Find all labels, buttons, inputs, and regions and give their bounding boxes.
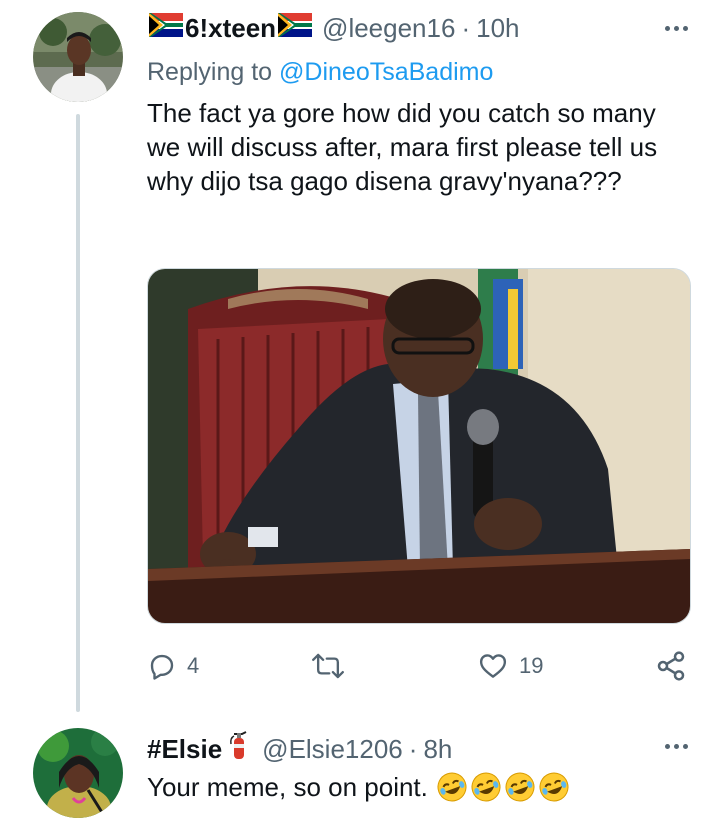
reply-count: 4: [187, 653, 200, 678]
thread-line: [76, 114, 80, 712]
replying-to: Replying to @DineoTsaBadimo: [147, 57, 493, 87]
reply-button[interactable]: 4: [147, 648, 199, 684]
avatar[interactable]: [33, 12, 123, 102]
separator: ·: [461, 13, 471, 43]
sa-flag-icon: [149, 12, 183, 44]
sa-flag-icon: [278, 12, 313, 44]
tweet-header: 6!xteen @leegen16 · 10h: [147, 12, 520, 44]
handle[interactable]: @Elsie1206: [262, 733, 403, 765]
timestamp[interactable]: 8h: [423, 733, 452, 765]
tweet-actions: 4 19: [147, 648, 692, 684]
replying-to-handle[interactable]: @DineoTsaBadimo: [279, 58, 493, 86]
tweet-header: #Elsie @Elsie1206 · 8h: [147, 730, 452, 767]
retweet-icon: [312, 653, 344, 679]
rofl-emoji: [471, 772, 501, 802]
tweet-image[interactable]: [147, 268, 691, 624]
more-icon[interactable]: [658, 736, 694, 756]
fire-extinguisher-icon: [228, 730, 250, 767]
share-button[interactable]: [655, 648, 687, 684]
display-name[interactable]: 6!xteen: [185, 12, 276, 44]
tweet-text-content: Your meme, so on point.: [147, 772, 428, 802]
share-icon: [657, 651, 685, 681]
tweet-text: Your meme, so on point.: [147, 770, 570, 804]
like-button[interactable]: 19: [477, 648, 543, 684]
rofl-emoji: [539, 772, 569, 802]
tweet-2[interactable]: #Elsie @Elsie1206 · 8h Your meme, so on …: [0, 712, 720, 818]
reply-icon: [150, 654, 174, 680]
retweet-button[interactable]: [312, 648, 354, 684]
handle[interactable]: @leegen16: [322, 12, 455, 44]
more-icon[interactable]: [658, 18, 694, 38]
rofl-emoji: [505, 772, 535, 802]
replying-to-label: Replying to: [147, 58, 273, 86]
tweet-1[interactable]: 6!xteen @leegen16 · 10h Replying to @Din…: [0, 0, 720, 712]
display-name[interactable]: #Elsie: [147, 733, 222, 765]
separator: ·: [408, 733, 418, 764]
emoji-row: [436, 771, 570, 803]
like-icon: [479, 654, 507, 678]
tweet-text: The fact ya gore how did you catch so ma…: [147, 98, 658, 196]
like-count: 19: [519, 653, 544, 678]
avatar[interactable]: [33, 728, 123, 818]
rofl-emoji: [437, 772, 467, 802]
timestamp[interactable]: 10h: [476, 12, 519, 44]
